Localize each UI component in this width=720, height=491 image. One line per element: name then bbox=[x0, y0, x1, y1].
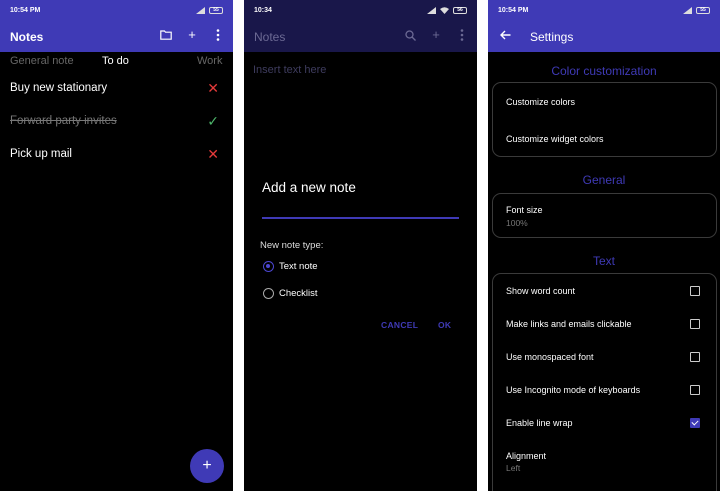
check-icon[interactable]: ✓ bbox=[207, 113, 219, 130]
section-title-text: Text bbox=[592, 254, 615, 268]
more-vert-icon[interactable] bbox=[211, 28, 225, 42]
signal-icon bbox=[683, 6, 692, 14]
close-icon[interactable]: ✕ bbox=[207, 146, 219, 163]
line-wrap-checkbox[interactable] bbox=[690, 418, 700, 428]
dialog-title: Add a new note bbox=[262, 180, 356, 195]
section-title-general: General bbox=[582, 173, 626, 187]
app-title: Notes bbox=[10, 30, 44, 44]
signal-icon bbox=[196, 6, 205, 14]
signal-icon bbox=[427, 6, 436, 14]
alignment-value: Left bbox=[506, 463, 521, 473]
incognito-keyboard-checkbox[interactable] bbox=[690, 385, 700, 395]
text-settings-card: Show word count Make links and emails cl… bbox=[492, 273, 717, 491]
note-type-label: New note type: bbox=[260, 240, 324, 251]
status-time: 10:54 PM bbox=[10, 6, 41, 14]
app-bar: 10:34 56 Notes + bbox=[244, 0, 477, 52]
status-bar: 10:34 56 bbox=[244, 0, 477, 20]
monospaced-font-checkbox[interactable] bbox=[690, 352, 700, 362]
checklist-item[interactable]: Pick up mail ✕ bbox=[10, 146, 219, 166]
app-bar: 10:54 PM 55 Settings bbox=[488, 0, 720, 52]
radio-label: Text note bbox=[279, 260, 318, 272]
clickable-links-checkbox[interactable] bbox=[690, 319, 700, 329]
wifi-icon bbox=[440, 6, 449, 14]
checklist-item[interactable]: Buy new stationary ✕ bbox=[10, 80, 219, 100]
add-icon[interactable]: + bbox=[185, 28, 199, 42]
battery-icon: 56 bbox=[453, 6, 467, 14]
color-settings-card: Customize colors Customize widget colors bbox=[492, 82, 717, 157]
checklist-item-text: Forward party invites bbox=[10, 115, 117, 127]
show-word-count-checkbox[interactable] bbox=[690, 286, 700, 296]
new-note-dialog-screen: 10:34 56 Notes + Insert text here Add a … bbox=[244, 0, 477, 491]
note-title-input[interactable] bbox=[262, 217, 459, 219]
radio-label: Checklist bbox=[279, 287, 318, 299]
checklist-item-text: Buy new stationary bbox=[10, 82, 108, 94]
cancel-button[interactable]: CANCEL bbox=[381, 320, 418, 330]
app-bar: 10:54 PM 55 Notes + bbox=[0, 0, 233, 52]
tab-general-note[interactable]: General note bbox=[10, 55, 74, 67]
add-icon[interactable]: + bbox=[429, 28, 443, 42]
more-vert-icon[interactable] bbox=[455, 28, 469, 42]
line-wrap-item[interactable]: Enable line wrap bbox=[506, 418, 573, 428]
search-icon[interactable] bbox=[403, 28, 417, 42]
font-size-item[interactable]: Font size bbox=[506, 205, 543, 215]
section-title-color: Color customization bbox=[551, 64, 657, 78]
incognito-keyboard-item[interactable]: Use Incognito mode of keyboards bbox=[506, 385, 640, 395]
battery-icon: 55 bbox=[696, 6, 710, 14]
font-size-value: 100% bbox=[506, 218, 528, 228]
close-icon[interactable]: ✕ bbox=[207, 80, 219, 97]
tab-work[interactable]: Work bbox=[197, 55, 222, 67]
note-tabs: General note To do Work bbox=[0, 55, 233, 71]
checklist-item-text: Pick up mail bbox=[10, 148, 72, 160]
add-item-button[interactable]: + bbox=[190, 449, 224, 483]
status-bar: 10:54 PM 55 bbox=[488, 0, 720, 20]
radio-text-note[interactable]: Text note bbox=[263, 260, 318, 272]
back-arrow-icon[interactable] bbox=[498, 28, 512, 42]
radio-selected-icon[interactable] bbox=[263, 260, 274, 272]
note-text-placeholder[interactable]: Insert text here bbox=[253, 64, 326, 76]
radio-checklist[interactable]: Checklist bbox=[263, 287, 318, 299]
status-bar: 10:54 PM 55 bbox=[0, 0, 233, 20]
alignment-item[interactable]: Alignment bbox=[506, 451, 546, 461]
new-note-dialog: Add a new note New note type: Text note … bbox=[244, 158, 477, 354]
radio-unselected-icon[interactable] bbox=[263, 287, 274, 299]
checklist-item[interactable]: Forward party invites ✓ bbox=[10, 113, 219, 133]
general-settings-card: Font size 100% bbox=[492, 193, 717, 238]
folder-icon[interactable] bbox=[159, 28, 173, 42]
ok-button[interactable]: OK bbox=[438, 320, 451, 330]
tab-to-do[interactable]: To do bbox=[102, 55, 129, 67]
monospaced-font-item[interactable]: Use monospaced font bbox=[506, 352, 594, 362]
battery-icon: 55 bbox=[209, 6, 223, 14]
settings-screen: 10:54 PM 55 Settings Color customization… bbox=[488, 0, 720, 491]
app-title: Notes bbox=[254, 30, 286, 44]
status-time: 10:34 bbox=[254, 6, 272, 14]
clickable-links-item[interactable]: Make links and emails clickable bbox=[506, 319, 632, 329]
status-time: 10:54 PM bbox=[498, 6, 529, 14]
customize-colors-item[interactable]: Customize colors bbox=[506, 97, 575, 107]
show-word-count-item[interactable]: Show word count bbox=[506, 286, 575, 296]
customize-widget-colors-item[interactable]: Customize widget colors bbox=[506, 134, 604, 144]
notes-list-screen: 10:54 PM 55 Notes + General note To do W… bbox=[0, 0, 233, 491]
page-title: Settings bbox=[530, 30, 574, 44]
